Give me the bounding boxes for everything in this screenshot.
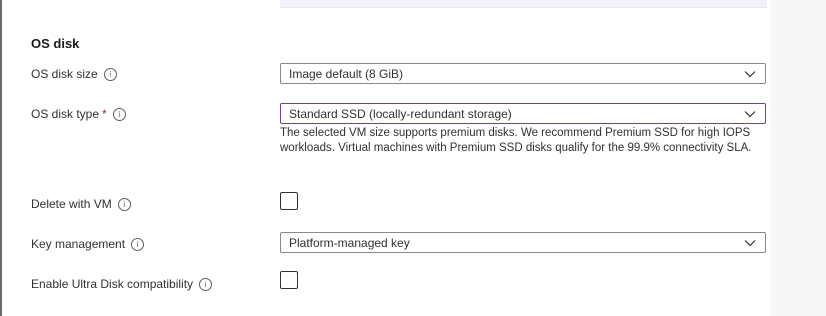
delete-with-vm-checkbox[interactable] <box>280 192 298 210</box>
os-disk-type-value: Standard SSD (locally-redundant storage) <box>289 106 512 121</box>
os-disk-size-value: Image default (8 GiB) <box>289 66 404 81</box>
os-disk-type-label: OS disk type <box>31 107 100 121</box>
info-icon[interactable]: i <box>103 67 117 81</box>
delete-with-vm-label-row: Delete with VM i <box>31 196 131 212</box>
previous-section-panel <box>280 0 767 8</box>
section-title: OS disk <box>31 36 80 51</box>
info-icon[interactable]: i <box>117 197 131 211</box>
chevron-down-icon <box>743 107 757 121</box>
key-management-value: Platform-managed key <box>289 235 410 250</box>
delete-with-vm-label: Delete with VM <box>31 197 112 211</box>
key-management-label: Key management <box>31 237 126 251</box>
chevron-down-icon <box>743 236 757 250</box>
key-management-label-row: Key management i <box>31 236 145 252</box>
os-disk-size-label: OS disk size <box>31 67 98 81</box>
ultra-disk-label: Enable Ultra Disk compatibility <box>31 277 194 291</box>
info-icon[interactable]: i <box>131 237 145 251</box>
info-icon[interactable]: i <box>199 277 213 291</box>
ultra-disk-label-row: Enable Ultra Disk compatibility i <box>31 276 213 292</box>
required-indicator: * <box>102 107 107 121</box>
chevron-down-icon <box>743 67 757 81</box>
ultra-disk-checkbox[interactable] <box>280 271 298 289</box>
key-management-dropdown[interactable]: Platform-managed key <box>280 232 766 253</box>
window-left-border <box>0 0 2 316</box>
os-disk-type-help-text: The selected VM size supports premium di… <box>280 127 752 154</box>
info-icon[interactable]: i <box>112 107 126 121</box>
os-disk-type-dropdown[interactable]: Standard SSD (locally-redundant storage) <box>280 103 766 124</box>
os-disk-size-label-row: OS disk size i <box>31 66 117 82</box>
scroll-gutter <box>770 0 826 316</box>
os-disk-type-label-row: OS disk type * i <box>31 106 126 122</box>
os-disk-size-dropdown[interactable]: Image default (8 GiB) <box>280 63 766 84</box>
